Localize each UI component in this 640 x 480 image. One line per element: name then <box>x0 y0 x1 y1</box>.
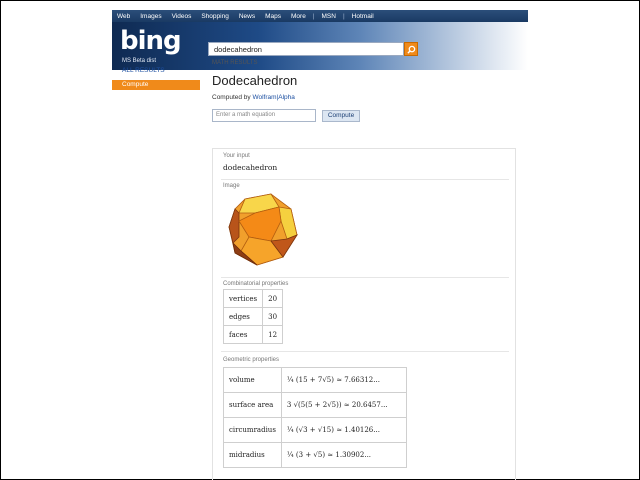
nav-videos[interactable]: Videos <box>167 13 197 20</box>
compute-button[interactable]: Compute <box>322 110 360 122</box>
table-row: surface area 3 √(5(5 + 2√5)) ≈ 20.6457..… <box>223 392 407 418</box>
section-label: MATH RESULTS <box>212 60 258 66</box>
left-nav: ALL RESULTS Compute <box>112 64 200 90</box>
page-title: Dodecahedron <box>212 73 298 88</box>
property-value: 3 √(5(5 + 2√5)) ≈ 20.6457... <box>280 392 407 418</box>
bing-page: Web Images Videos Shopping News Maps Mor… <box>112 10 528 480</box>
wolfram-link[interactable]: Wolfram|Alpha <box>252 94 294 101</box>
search-query: dodecahedron <box>214 45 262 54</box>
table-row: edges 30 <box>222 307 284 326</box>
property-value: 12 <box>262 325 284 344</box>
table-row: faces 12 <box>222 325 284 344</box>
nav-images[interactable]: Images <box>135 13 166 20</box>
geometric-table: volume ¼ (15 + 7√5) ≈ 7.66312... surface… <box>223 367 407 468</box>
geometric-label: Geometric properties <box>223 357 280 363</box>
table-row: volume ¼ (15 + 7√5) ≈ 7.66312... <box>223 367 407 393</box>
nav-shopping[interactable]: Shopping <box>196 13 233 20</box>
combinatorial-table: vertices 20 edges 30 faces 12 <box>222 289 284 344</box>
property-name: vertices <box>222 289 264 308</box>
nav-hotmail[interactable]: Hotmail <box>347 13 379 20</box>
input-value: dodecahedron <box>223 163 278 172</box>
property-value: ¼ (√3 + √15) ≈ 1.40126... <box>280 417 407 443</box>
property-value: 30 <box>262 307 284 326</box>
divider <box>221 351 509 352</box>
input-label: Your input <box>223 153 250 159</box>
left-nav-compute[interactable]: Compute <box>112 80 200 90</box>
nav-web[interactable]: Web <box>112 13 135 20</box>
nav-msn[interactable]: MSN <box>317 13 341 20</box>
property-name: edges <box>222 307 264 326</box>
results-card: Your input dodecahedron Image Combinator… <box>212 148 516 480</box>
property-name: midradius <box>223 442 282 468</box>
image-label: Image <box>223 183 240 189</box>
property-value: ¼ (3 + √5) ≈ 1.30902... <box>280 442 407 468</box>
computed-prefix: Computed by <box>212 94 253 101</box>
left-nav-all-results[interactable]: ALL RESULTS <box>112 64 200 78</box>
search-button[interactable] <box>404 42 418 56</box>
top-nav: Web Images Videos Shopping News Maps Mor… <box>112 10 528 22</box>
property-name: faces <box>222 325 264 344</box>
search-input[interactable]: dodecahedron <box>208 42 404 56</box>
divider <box>221 179 509 180</box>
main-content: MATH RESULTS Dodecahedron Computed by Wo… <box>212 60 528 480</box>
property-value: 20 <box>262 289 284 308</box>
property-name: surface area <box>223 392 282 418</box>
bing-logo[interactable]: bing <box>120 26 182 56</box>
divider <box>221 277 509 278</box>
math-equation-input[interactable]: Enter a math equation <box>212 109 316 122</box>
table-row: midradius ¼ (3 + √5) ≈ 1.30902... <box>223 442 407 468</box>
combinatorial-label: Combinatorial properties <box>223 281 289 287</box>
nav-news[interactable]: News <box>234 13 260 20</box>
equation-row: Enter a math equation Compute <box>212 109 528 123</box>
search-icon <box>406 45 415 54</box>
nav-more[interactable]: More <box>286 13 311 20</box>
property-value: ¼ (15 + 7√5) ≈ 7.66312... <box>280 367 407 393</box>
property-name: volume <box>223 367 282 393</box>
table-row: vertices 20 <box>222 289 284 308</box>
dodecahedron-image <box>228 193 299 266</box>
table-row: circumradius ¼ (√3 + √15) ≈ 1.40126... <box>223 417 407 443</box>
computed-by: Computed by Wolfram|Alpha <box>212 94 528 101</box>
property-name: circumradius <box>223 417 282 443</box>
nav-maps[interactable]: Maps <box>260 13 286 20</box>
